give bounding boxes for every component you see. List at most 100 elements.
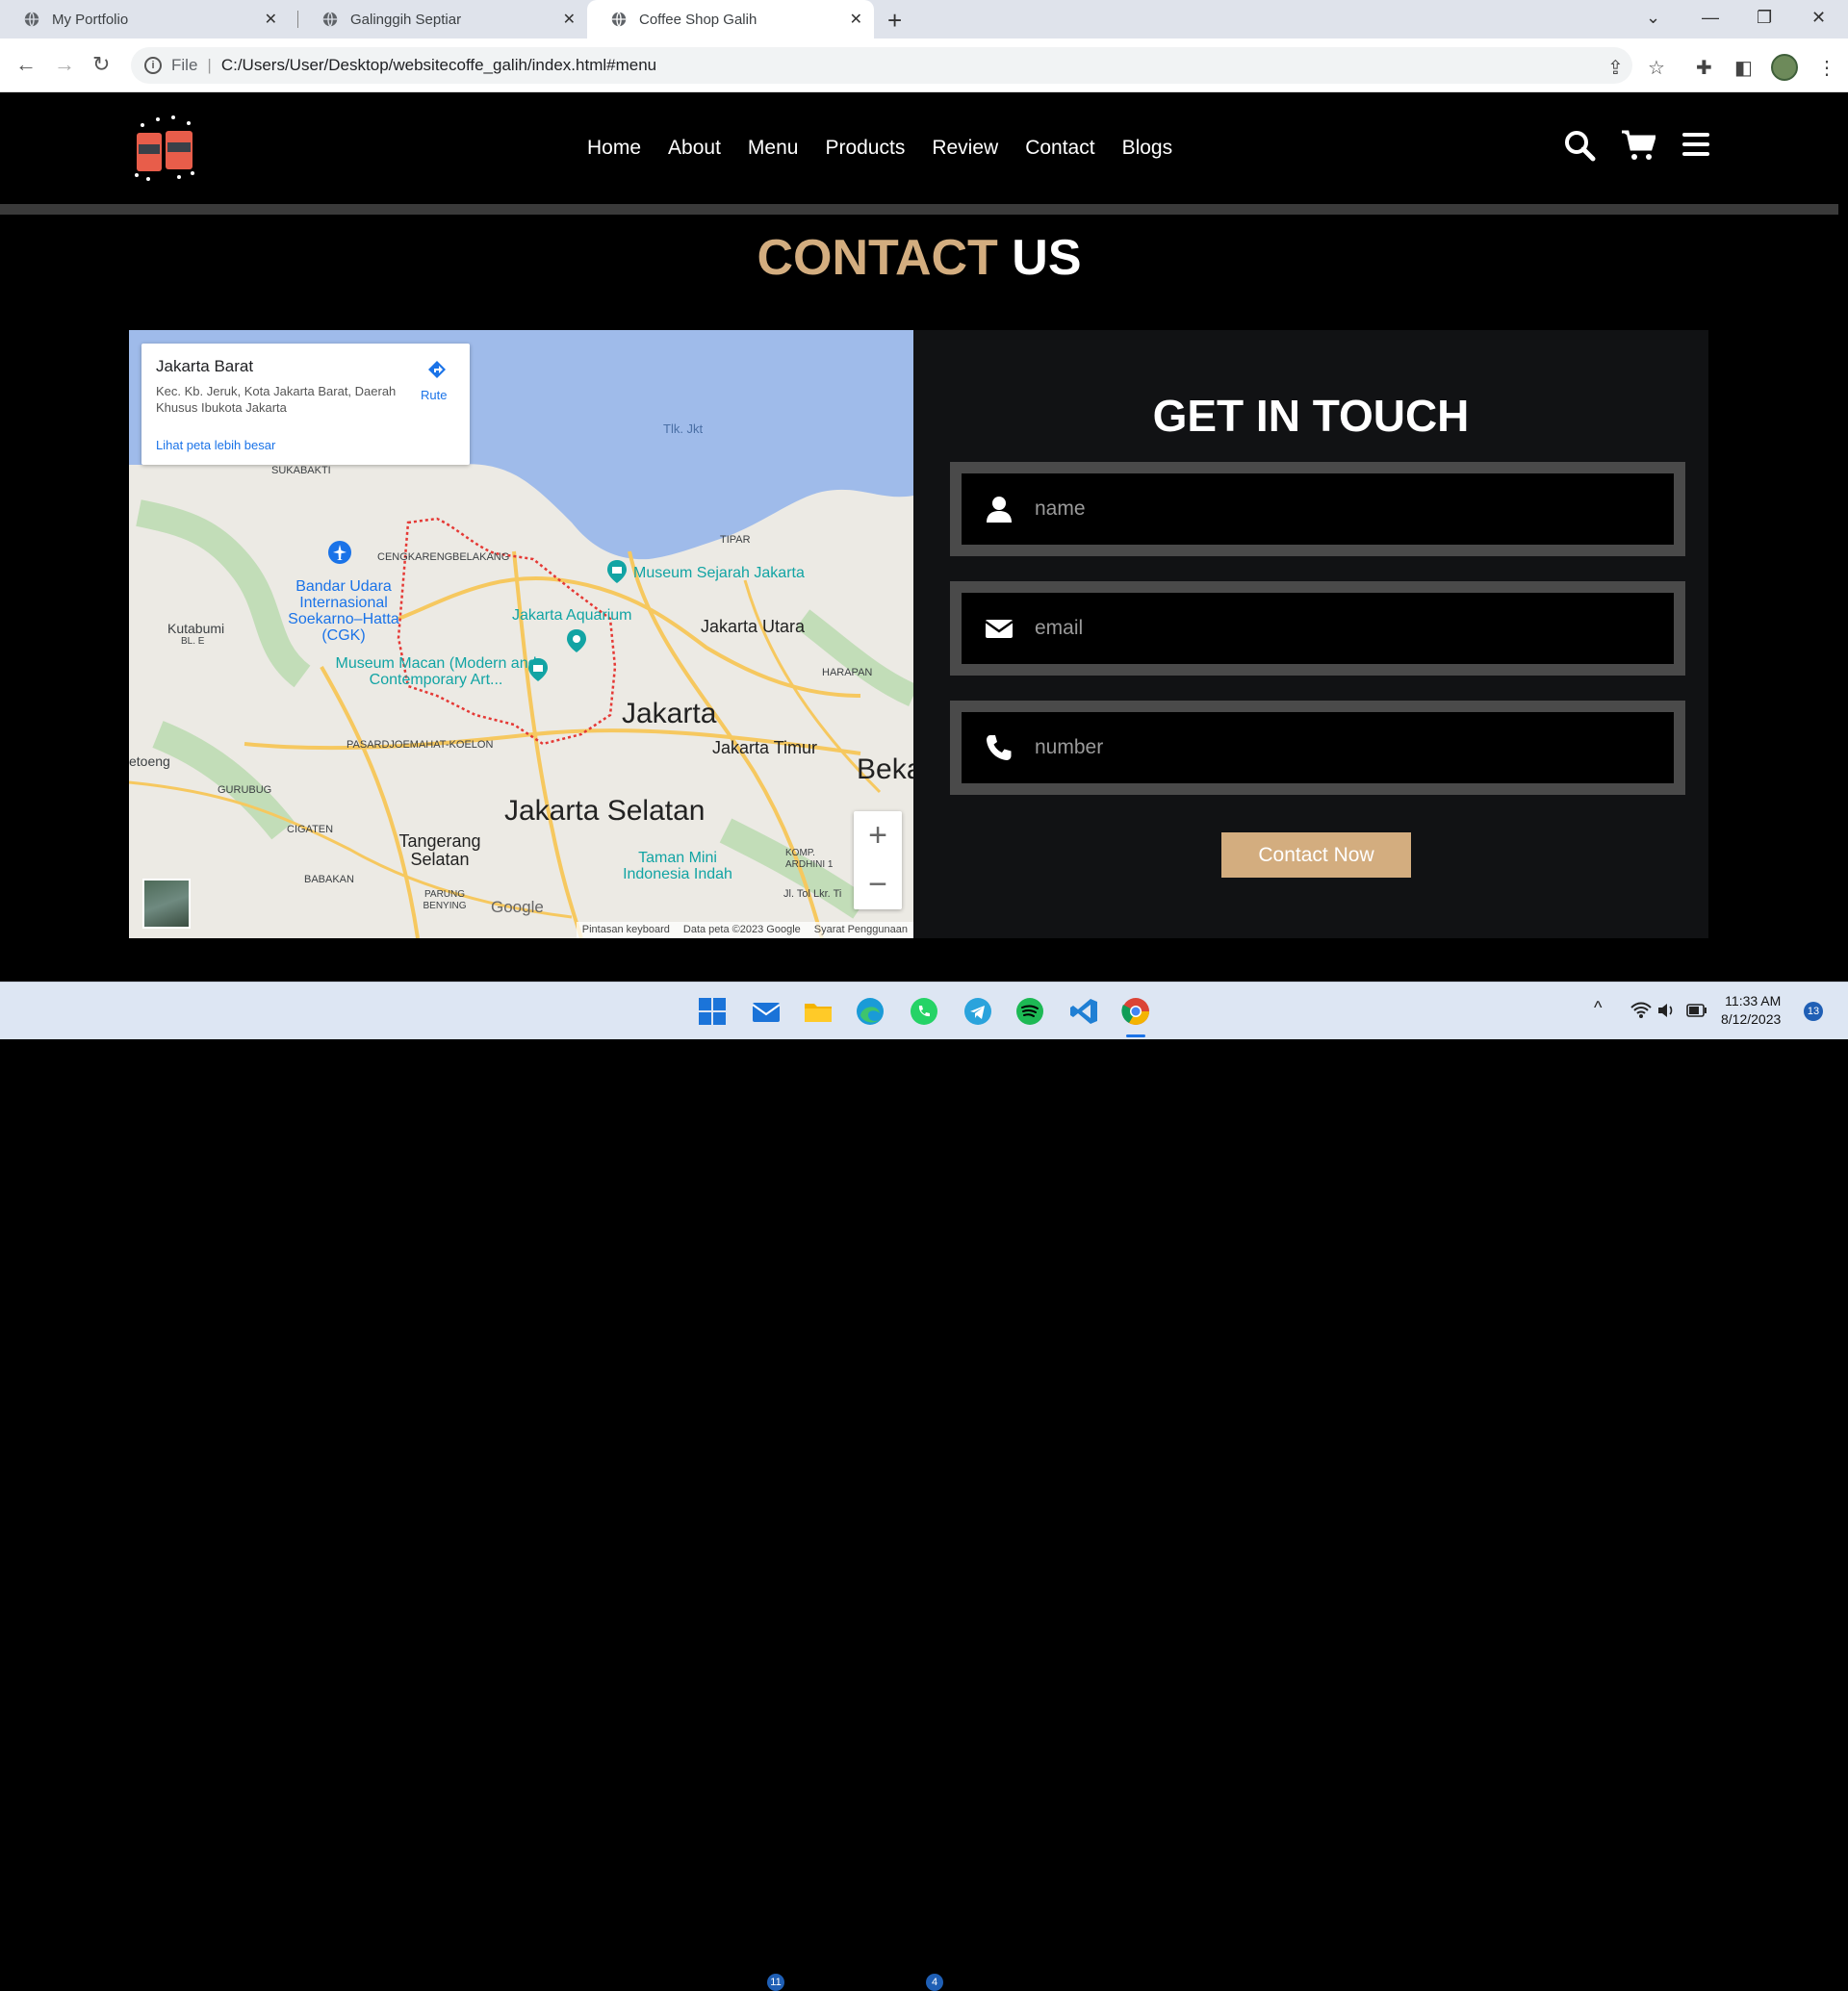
map-data-credit: Data peta ©2023 Google	[682, 924, 801, 935]
edge-browser-icon[interactable]	[855, 996, 886, 1027]
close-tab-icon[interactable]: ✕	[850, 10, 862, 29]
map-label: Jl. Tol Lkr. Ti	[783, 888, 842, 900]
museum-pin-icon[interactable]	[606, 559, 628, 584]
map-label: Jakarta Utara	[701, 617, 806, 636]
address-bar[interactable]: i File | C:/Users/User/Desktop/websiteco…	[131, 47, 1632, 84]
map-label: Taman Mini Indonesia Indah	[623, 850, 732, 882]
extensions-puzzle-icon[interactable]: ✚	[1696, 56, 1712, 80]
mail-icon[interactable]	[751, 996, 782, 1027]
system-clock[interactable]: 11:33 AM 8/12/2023	[1721, 992, 1781, 1029]
map-label: CIGATEN	[287, 824, 334, 835]
name-input[interactable]	[1035, 498, 1612, 521]
restore-icon[interactable]: ❐	[1757, 8, 1772, 28]
map-label: Beka	[857, 753, 913, 785]
form-title: GET IN TOUCH	[1152, 391, 1470, 441]
number-field[interactable]	[950, 701, 1685, 795]
close-tab-icon[interactable]: ✕	[265, 10, 277, 29]
map-label: Tangerang Selatan	[398, 831, 481, 869]
name-field[interactable]	[950, 462, 1685, 556]
wifi-icon[interactable]	[1630, 1002, 1652, 1019]
place-title: Jakarta Barat	[156, 357, 254, 375]
email-input[interactable]	[1035, 617, 1612, 640]
minimize-icon[interactable]: —	[1702, 8, 1719, 28]
google-map[interactable]: Jakarta Barat Kec. Kb. Jeruk, Kota Jakar…	[129, 330, 913, 938]
section-divider	[0, 204, 1838, 215]
map-label: GURUBUG	[218, 784, 272, 796]
airport-pin-icon[interactable]	[327, 540, 352, 565]
place-address: Kec. Kb. Jeruk, Kota Jakarta Barat, Daer…	[156, 384, 397, 415]
tab-my-portfolio[interactable]: My Portfolio ✕	[0, 0, 289, 38]
route-link[interactable]: Rute	[421, 388, 447, 402]
larger-map-link[interactable]: Lihat peta lebih besar	[156, 438, 275, 452]
windows-start-icon[interactable]	[697, 996, 728, 1027]
search-icon[interactable]	[1563, 129, 1596, 162]
map-label: PARUNG BENYING	[423, 889, 467, 911]
telegram-icon[interactable]	[962, 996, 993, 1027]
page-scrollbar[interactable]	[1838, 707, 1846, 832]
spotify-icon[interactable]	[1014, 996, 1045, 1027]
forward-arrow-icon[interactable]: →	[54, 52, 75, 77]
zoom-controls: + −	[854, 811, 902, 909]
map-label: BABAKAN	[304, 874, 354, 885]
menu-kebab-icon[interactable]: ⋮	[1817, 56, 1836, 80]
nav-about[interactable]: About	[668, 137, 721, 160]
tab-coffee-shop-galih[interactable]: Coffee Shop Galih ✕	[587, 0, 874, 38]
bookmark-star-icon[interactable]: ☆	[1648, 56, 1665, 80]
share-icon[interactable]: ⇪	[1607, 56, 1624, 80]
mail-badge: 11	[767, 1974, 784, 1991]
profile-avatar[interactable]	[1771, 54, 1798, 81]
zoom-out-button[interactable]: −	[854, 860, 902, 909]
url-text[interactable]: C:/Users/User/Desktop/websitecoffe_galih…	[221, 56, 656, 75]
new-tab-button[interactable]: +	[887, 6, 902, 36]
email-field[interactable]	[950, 581, 1685, 676]
site-header: Home About Menu Products Review Contact …	[0, 92, 1848, 204]
cart-icon[interactable]	[1621, 129, 1656, 162]
chrome-icon[interactable]	[1120, 996, 1151, 1027]
chevron-up-icon[interactable]: ^	[1594, 998, 1602, 1018]
directions-icon[interactable]	[426, 359, 448, 382]
separator: |	[207, 56, 212, 74]
reload-icon[interactable]: ↻	[92, 52, 110, 77]
close-window-icon[interactable]: ✕	[1811, 8, 1826, 28]
info-icon[interactable]: i	[144, 57, 162, 74]
coffee-logo-icon[interactable]	[129, 112, 202, 185]
file-explorer-icon[interactable]	[803, 996, 834, 1027]
museum-pin-icon[interactable]	[527, 657, 549, 682]
side-panel-icon[interactable]: ◧	[1734, 56, 1753, 80]
browser-tab-bar: My Portfolio ✕ Galinggih Septiar ✕ Coffe…	[0, 0, 1848, 38]
whatsapp-icon[interactable]	[909, 996, 939, 1027]
map-label: Jakarta	[622, 698, 717, 729]
menu-bars-icon[interactable]	[1682, 131, 1709, 158]
back-arrow-icon[interactable]: ←	[15, 52, 37, 77]
map-label: KOMP. ARDHINI 1	[785, 848, 834, 870]
vscode-icon[interactable]	[1068, 996, 1099, 1027]
nav-menu[interactable]: Menu	[748, 137, 799, 160]
satellite-toggle[interactable]	[142, 879, 191, 929]
clock-date: 8/12/2023	[1721, 1011, 1782, 1027]
close-tab-icon[interactable]: ✕	[563, 10, 576, 29]
tab-galinggih-septiar[interactable]: Galinggih Septiar ✕	[298, 0, 587, 38]
nav-products[interactable]: Products	[825, 137, 905, 160]
contact-now-button[interactable]: Contact Now	[1221, 832, 1411, 878]
terms-link[interactable]: Syarat Penggunaan	[814, 924, 908, 936]
tab-search-chevron-icon[interactable]: ⌄	[1646, 8, 1660, 28]
map-label: Jakarta Timur	[712, 738, 818, 757]
google-logo: Google	[491, 898, 544, 916]
nav-blogs[interactable]: Blogs	[1122, 137, 1173, 160]
zoom-in-button[interactable]: +	[854, 811, 902, 860]
keyboard-shortcuts-link[interactable]: Pintasan keyboard	[582, 924, 670, 936]
tab-title: My Portfolio	[52, 11, 129, 28]
battery-icon[interactable]	[1686, 1004, 1707, 1017]
map-label: Kutabumi	[167, 621, 225, 636]
volume-icon[interactable]	[1657, 1002, 1677, 1019]
nav-home[interactable]: Home	[587, 137, 641, 160]
notification-badge[interactable]: 13	[1804, 1002, 1823, 1021]
user-icon	[987, 497, 1012, 523]
map-label: etoeng	[129, 753, 170, 769]
number-input[interactable]	[1035, 736, 1612, 759]
camera-pin-icon[interactable]	[566, 628, 587, 653]
map-label: CENGKARENG	[377, 551, 453, 563]
nav-review[interactable]: Review	[932, 137, 998, 160]
whatsapp-badge: 4	[926, 1974, 943, 1991]
nav-contact[interactable]: Contact	[1025, 137, 1094, 160]
